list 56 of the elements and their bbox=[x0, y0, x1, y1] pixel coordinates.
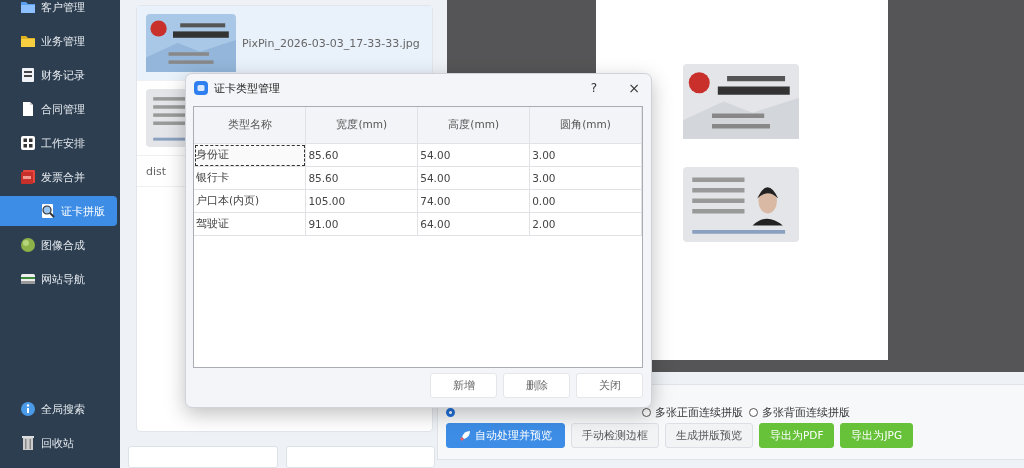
dialog-title: 证卡类型管理 bbox=[214, 80, 281, 96]
sidebar-item[interactable]: 财务记录 bbox=[0, 60, 117, 90]
radio-button[interactable] bbox=[749, 408, 758, 417]
table-cell[interactable]: 3.00 bbox=[529, 143, 642, 167]
magnifier-document-icon bbox=[40, 203, 56, 219]
column-header[interactable]: 类型名称 bbox=[194, 107, 306, 144]
folder-icon bbox=[20, 0, 36, 15]
pdf-icon bbox=[20, 169, 36, 185]
table-cell[interactable]: 91.00 bbox=[305, 212, 418, 236]
table-cell[interactable]: 驾驶证 bbox=[194, 212, 306, 236]
radio-button[interactable] bbox=[642, 408, 651, 417]
sidebar-item[interactable]: 发票合并 bbox=[0, 162, 117, 192]
sidebar-item[interactable]: 网站导航 bbox=[0, 264, 117, 294]
rocket-icon bbox=[459, 429, 471, 442]
radio-label[interactable]: 多张背面连续拼版 bbox=[762, 405, 850, 420]
close-button[interactable]: × bbox=[617, 76, 651, 100]
table-cell[interactable]: 3.00 bbox=[529, 166, 642, 190]
radio-label[interactable]: 多张正面连续拼版 bbox=[655, 405, 743, 420]
table-cell[interactable]: 54.00 bbox=[417, 166, 530, 190]
dialog-button[interactable]: 删除 bbox=[503, 373, 570, 398]
table-cell[interactable]: 2.00 bbox=[529, 212, 642, 236]
action-button[interactable]: 生成拼版预览 bbox=[665, 423, 753, 448]
dialog-button[interactable]: 关闭 bbox=[576, 373, 643, 398]
table-cell[interactable]: 户口本(内页) bbox=[194, 189, 306, 213]
sidebar-item[interactable]: 合同管理 bbox=[0, 94, 117, 124]
column-header[interactable]: 高度(mm) bbox=[417, 107, 530, 144]
action-button[interactable]: 手动检测边框 bbox=[571, 423, 659, 448]
document-icon bbox=[20, 101, 36, 117]
table-cell[interactable]: 85.60 bbox=[305, 166, 418, 190]
table-cell[interactable]: 105.00 bbox=[305, 189, 418, 213]
info-icon bbox=[20, 401, 36, 417]
sidebar-item[interactable]: 回收站 bbox=[0, 428, 117, 458]
column-header[interactable]: 宽度(mm) bbox=[305, 107, 418, 144]
table-cell[interactable]: 身份证 bbox=[194, 143, 306, 167]
ball-icon bbox=[20, 237, 36, 253]
help-button[interactable]: ? bbox=[577, 76, 611, 100]
table-cell[interactable]: 54.00 bbox=[417, 143, 530, 167]
app-icon bbox=[194, 81, 208, 95]
file-item[interactable]: PixPin_2026-03-03_17-33-33.jpg bbox=[137, 6, 432, 81]
grid-icon bbox=[20, 135, 36, 151]
folder-icon bbox=[20, 33, 36, 49]
sidebar-item[interactable]: 业务管理 bbox=[0, 26, 117, 56]
sidebar-item[interactable]: 全局搜索 bbox=[0, 394, 117, 424]
table-cell[interactable]: 85.60 bbox=[305, 143, 418, 167]
table-cell[interactable]: 64.00 bbox=[417, 212, 530, 236]
ledger-icon bbox=[20, 67, 36, 83]
table-cell[interactable]: 0.00 bbox=[529, 189, 642, 213]
table-cell[interactable]: 银行卡 bbox=[194, 166, 306, 190]
column-header[interactable]: 圆角(mm) bbox=[529, 107, 642, 144]
trash-icon bbox=[20, 435, 36, 451]
table-cell[interactable]: 74.00 bbox=[417, 189, 530, 213]
sidebar-item[interactable]: 工作安排 bbox=[0, 128, 117, 158]
sidebar-item[interactable]: 图像合成 bbox=[0, 230, 117, 260]
drive-icon bbox=[20, 271, 36, 287]
dialog-button[interactable]: 新增 bbox=[430, 373, 497, 398]
sidebar-item[interactable]: 客户管理 bbox=[0, 0, 117, 22]
